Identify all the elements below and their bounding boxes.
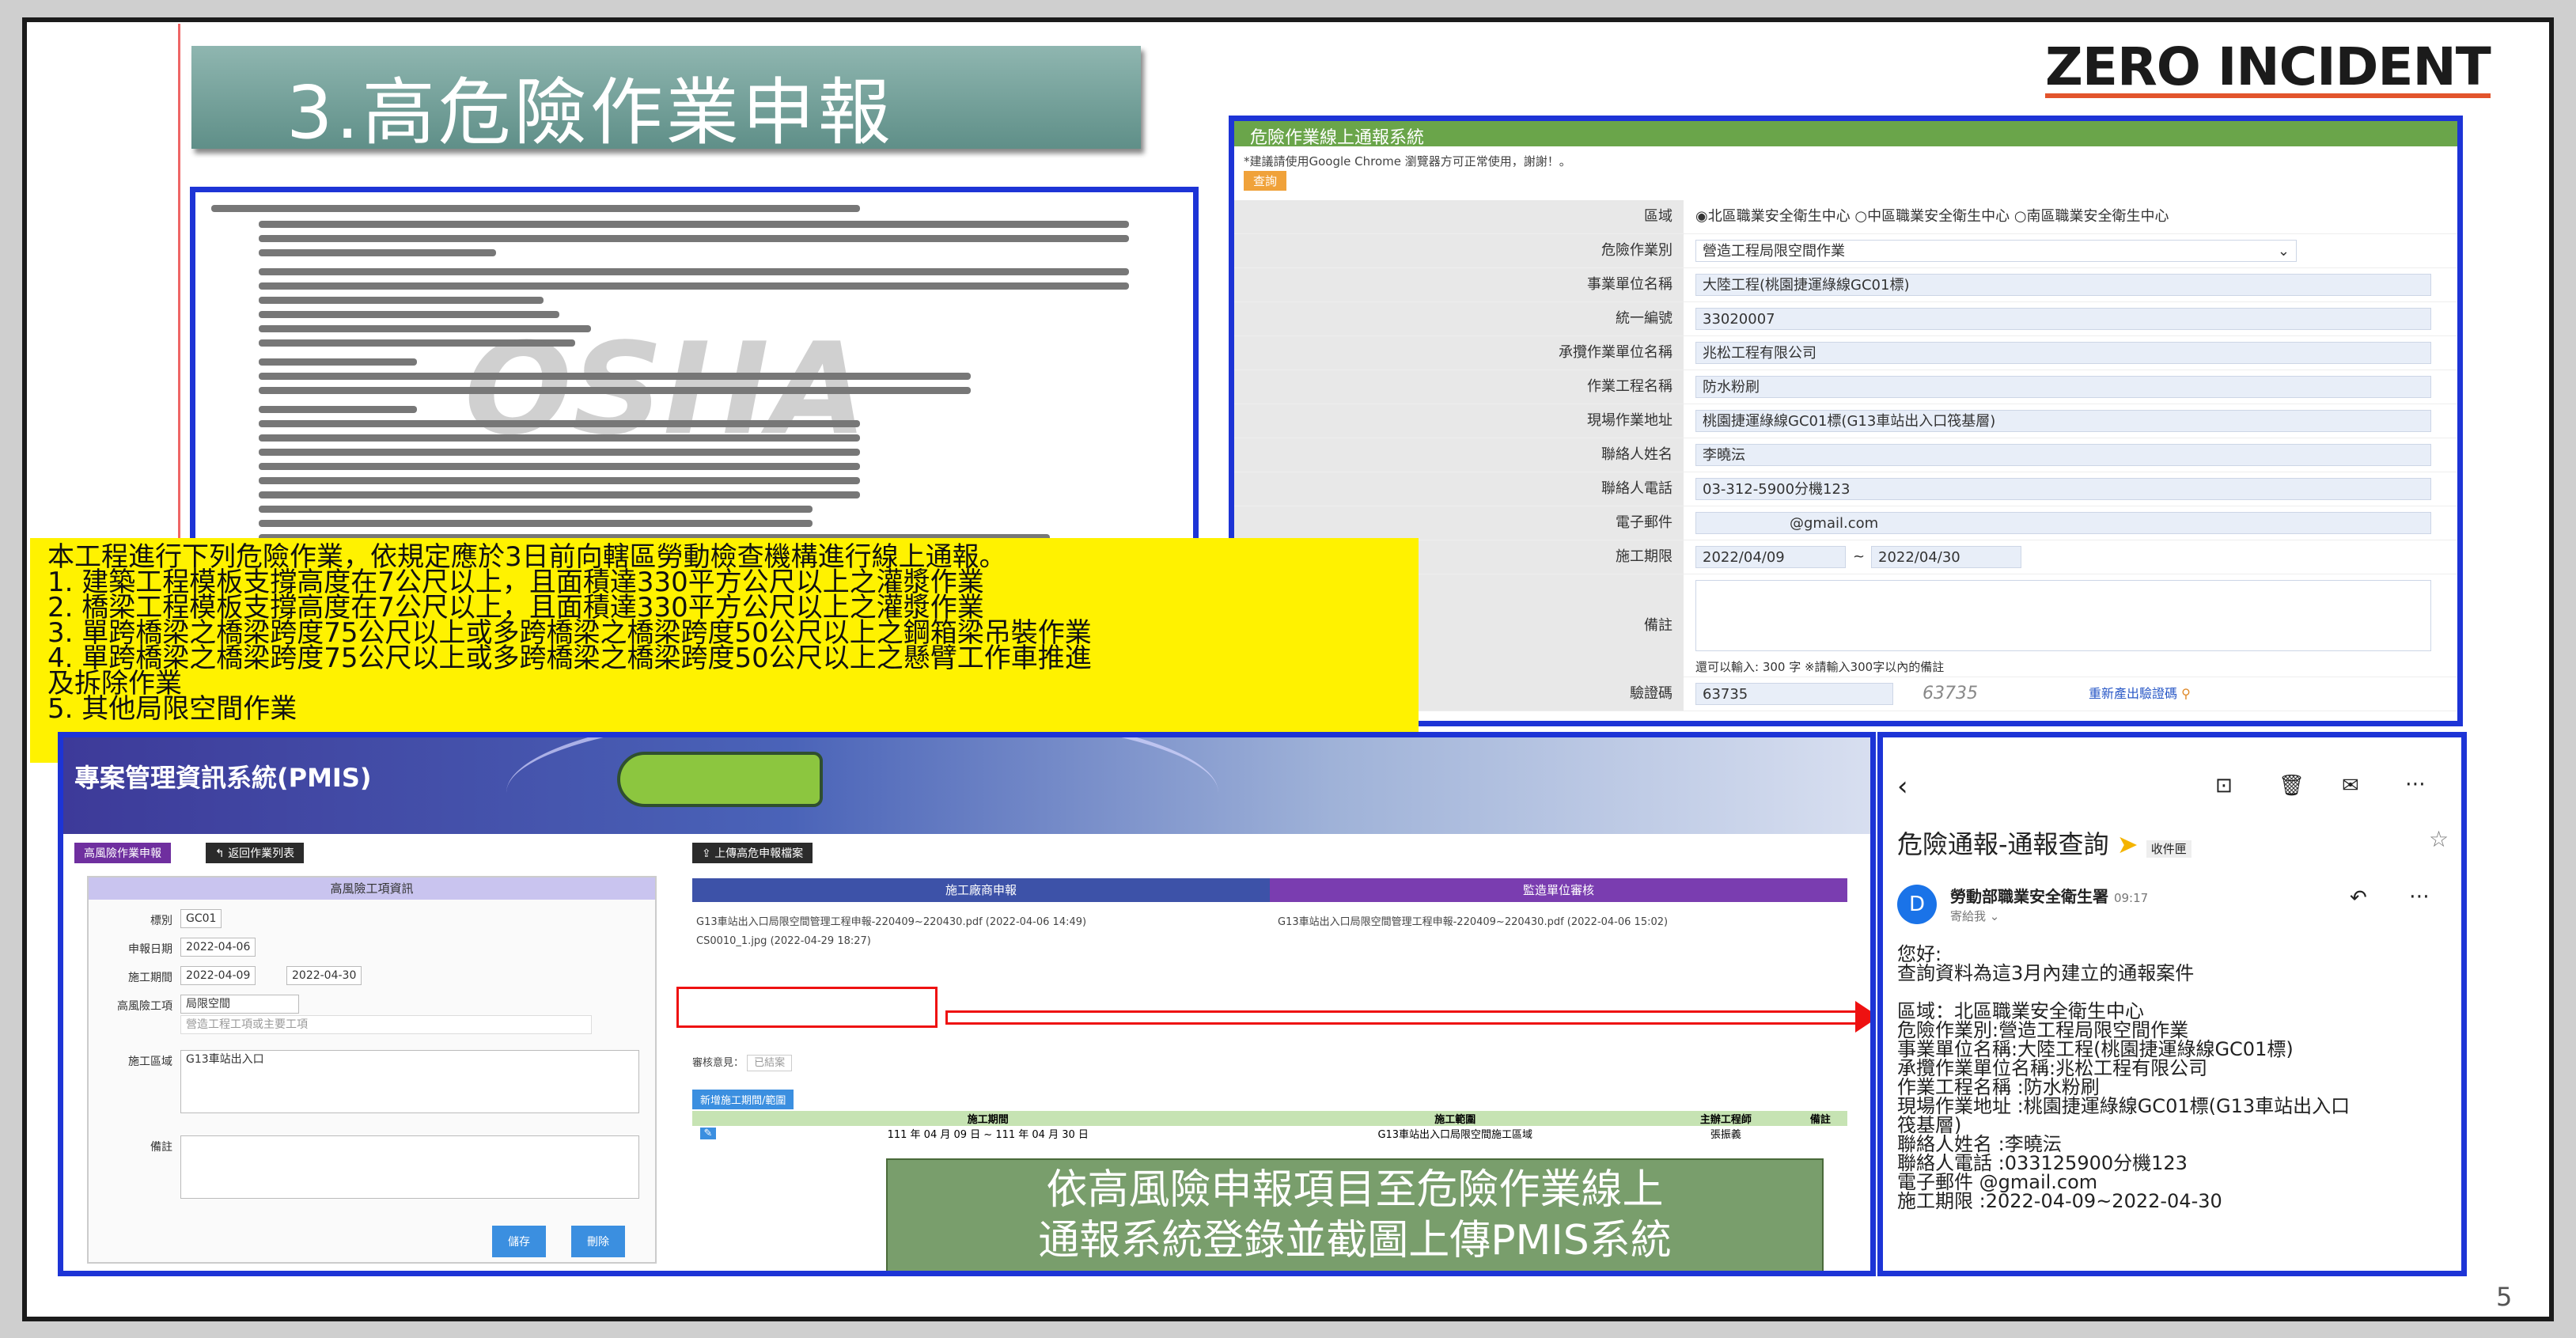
area-textarea[interactable]: G13車站出入口	[180, 1050, 639, 1113]
email-input[interactable]: @gmail.com	[1695, 512, 2431, 534]
period-start-input[interactable]: 2022-04-09	[180, 966, 256, 985]
recipient[interactable]: 寄給我 ⌄	[1950, 908, 1999, 924]
period-to-input[interactable]: 2022/04/30	[1871, 546, 2021, 568]
more-icon[interactable]: ⋯	[2409, 885, 2430, 908]
form-row-address: 現場作業地址 桃園捷運綠線GC01標(G13車站出入口筏基層)	[1234, 404, 2457, 438]
train-illustration	[617, 752, 823, 807]
form-row-company: 事業單位名稱 大陸工程(桃園捷運綠線GC01標)	[1234, 268, 2457, 302]
form-row-hazard-type: 危險作業別 營造工程局限空間作業 ⌄	[1234, 234, 2457, 268]
captcha-image: 63735	[1923, 684, 1978, 703]
avatar: D	[1897, 885, 1937, 924]
reply-icon[interactable]: ↶	[2350, 886, 2367, 910]
period-from-input[interactable]: 2022/04/09	[1695, 546, 1846, 568]
form-row-work-name: 作業工程名稱 防水粉刷	[1234, 370, 2457, 404]
contractor-input[interactable]: 兆松工程有限公司	[1695, 342, 2431, 364]
instruction-caption: 依高風險申報項目至危險作業線上 通報系統登錄並截圖上傳PMIS系統	[886, 1158, 1824, 1271]
note-line: 4. 單跨橋梁之橋梁跨度75公尺以上或多跨橋梁之橋梁跨度50公尺以上之懸臂工作車…	[47, 642, 1092, 674]
highlight-arrow	[945, 1010, 1863, 1025]
chevron-down-icon: ⌄	[2277, 243, 2290, 260]
hazard-item-select[interactable]: 局限空間	[180, 995, 299, 1014]
address-input[interactable]: 桃園捷運綠線GC01標(G13車站出入口筏基層)	[1695, 410, 2431, 432]
region-radio-group[interactable]: ◉北區職業安全衛生中心 ○中區職業安全衛生中心 ○南區職業安全衛生中心	[1695, 206, 2169, 228]
arrow-head	[1855, 1001, 1870, 1033]
note-line: 5. 其他局限空間作業	[47, 693, 297, 725]
uploaded-file-link[interactable]: G13車站出入口局限空間管理工程申報-220409~220430.pdf (20…	[1278, 913, 1668, 928]
hazard-note: 本工程進行下列危險作業，依規定應於3日前向轄區勞動檢查機構進行線上通報。 1. …	[30, 538, 1419, 763]
scanned-document: OSHA	[190, 187, 1199, 559]
pmis-banner: 專案管理資訊系統(PMIS)	[63, 737, 1870, 834]
pmis-title: 專案管理資訊系統(PMIS)	[74, 763, 372, 793]
form-row-tax-id: 統一編號 33020007	[1234, 302, 2457, 336]
browser-warning: *建議請使用Google Chrome 瀏覽器方可正常使用，謝謝！。	[1244, 154, 1571, 169]
captcha-input[interactable]: 63735	[1695, 683, 1893, 705]
pmis-screenshot: 專案管理資訊系統(PMIS) 高風險作業申報 ↰ 返回作業列表 ⇪ 上傳高危申報…	[58, 732, 1876, 1276]
mail-icon[interactable]: ✉	[2342, 774, 2359, 798]
back-icon[interactable]: ‹	[1897, 771, 1908, 802]
phone-input[interactable]: 03-312-5900分機123	[1695, 478, 2431, 500]
page-number: 5	[2496, 1282, 2513, 1312]
mail-body: 您好: 查詢資料為這3月內建立的通報案件 區域：北區職業安全衛生中心 危險作業別…	[1897, 943, 2351, 1212]
back-arrow-icon: ↰	[215, 847, 229, 860]
star-icon[interactable]: ☆	[2429, 826, 2449, 852]
more-icon[interactable]: ⋯	[2405, 772, 2426, 796]
hazard-type-select[interactable]: 營造工程局限空間作業 ⌄	[1695, 240, 2297, 262]
email-screenshot: ‹ ⊡ 🗑 ✉ ⋯ 危險通報-通報查詢 ➤ 收件匣 ☆ D 勞動部職業安全衛生署…	[1877, 732, 2467, 1276]
upload-button[interactable]: ⇪ 上傳高危申報檔案	[692, 843, 813, 863]
table-row: ✎ 111 年 04 月 09 日 ~ 111 年 04 月 30 日 G13車…	[692, 1126, 1847, 1141]
delete-icon[interactable]: 🗑	[2279, 774, 2305, 798]
highlight-box	[676, 987, 938, 1028]
form-row-contact-name: 聯絡人姓名 李曉沄	[1234, 438, 2457, 472]
archive-icon[interactable]: ⊡	[2215, 774, 2233, 798]
contractor-column-header: 施工廠商申報	[692, 878, 1270, 902]
back-to-list-button[interactable]: ↰ 返回作業列表	[206, 843, 305, 863]
form-row-contractor: 承攬作業單位名稱 兆松工程有限公司	[1234, 336, 2457, 370]
slide-title: 3.高危險作業申報	[286, 70, 894, 155]
report-date-input[interactable]: 2022-04-06	[180, 938, 256, 957]
work-name-input[interactable]: 防水粉刷	[1695, 376, 2431, 398]
period-end-input[interactable]: 2022-04-30	[286, 966, 362, 985]
tax-id-input[interactable]: 33020007	[1695, 308, 2431, 330]
form-header: 危險作業線上通報系統	[1234, 121, 2457, 148]
slide-title-box: 3.高危險作業申報	[191, 46, 1141, 155]
refresh-captcha-link[interactable]: 重新產出驗證碼 ⚲	[2089, 683, 2191, 705]
search-icon: ⚲	[2181, 686, 2191, 701]
query-button[interactable]: 查詢	[1244, 171, 1287, 191]
sender-name: 勞動部職業安全衛生署 09:17	[1950, 887, 2149, 906]
upload-icon: ⇪	[702, 847, 715, 860]
hazard-report-button[interactable]: 高風險作業申報	[74, 843, 171, 863]
margin-line	[178, 24, 180, 546]
section-select[interactable]: GC01	[180, 909, 222, 928]
contact-name-input[interactable]: 李曉沄	[1695, 444, 2431, 466]
osha-watermark: OSHA	[464, 315, 867, 463]
delete-button[interactable]: 刪除	[571, 1226, 625, 1257]
remarks-textarea[interactable]	[1695, 580, 2431, 651]
uploaded-file-link[interactable]: CS0010_1.jpg (2022-04-29 18:27)	[696, 935, 871, 947]
panel-title: 高風險工項資訊	[89, 877, 655, 900]
form-row-region: 區域 ◉北區職業安全衛生中心 ○中區職業安全衛生中心 ○南區職業安全衛生中心	[1234, 200, 2457, 234]
review-status: 審核意見： 已結案	[692, 1054, 793, 1071]
edit-icon[interactable]: ✎	[699, 1128, 717, 1139]
save-button[interactable]: 儲存	[492, 1226, 546, 1257]
remarks-hint: 還可以輸入: 300 字 ※請輸入300字以內的備註	[1695, 660, 1945, 674]
mail-subject: 危險通報-通報查詢 ➤ 收件匣	[1897, 824, 2191, 861]
form-row-email: 電子郵件 @gmail.com	[1234, 506, 2457, 540]
uploaded-file-link[interactable]: G13車站出入口局限空間管理工程申報-220409~220430.pdf (20…	[696, 913, 1086, 928]
period-table: 施工期間 施工範圍 主辦工程師 備註 ✎ 111 年 04 月 09 日 ~ 1…	[692, 1111, 1847, 1141]
form-row-phone: 聯絡人電話 03-312-5900分機123	[1234, 472, 2457, 506]
add-period-button[interactable]: 新增施工期間/範圍	[692, 1090, 794, 1109]
remark-textarea[interactable]	[180, 1135, 639, 1199]
supervisor-column-header: 監造單位審核	[1270, 878, 1847, 902]
inbox-label: 收件匣	[2146, 840, 2191, 858]
zero-incident-logo: ZERO INCIDENT	[2045, 36, 2491, 98]
hazard-item-panel: 高風險工項資訊 標別 GC01 申報日期 2022-04-06 施工期間 2022-0…	[87, 876, 657, 1264]
company-name-input[interactable]: 大陸工程(桃園捷運綠線GC01標)	[1695, 274, 2431, 296]
